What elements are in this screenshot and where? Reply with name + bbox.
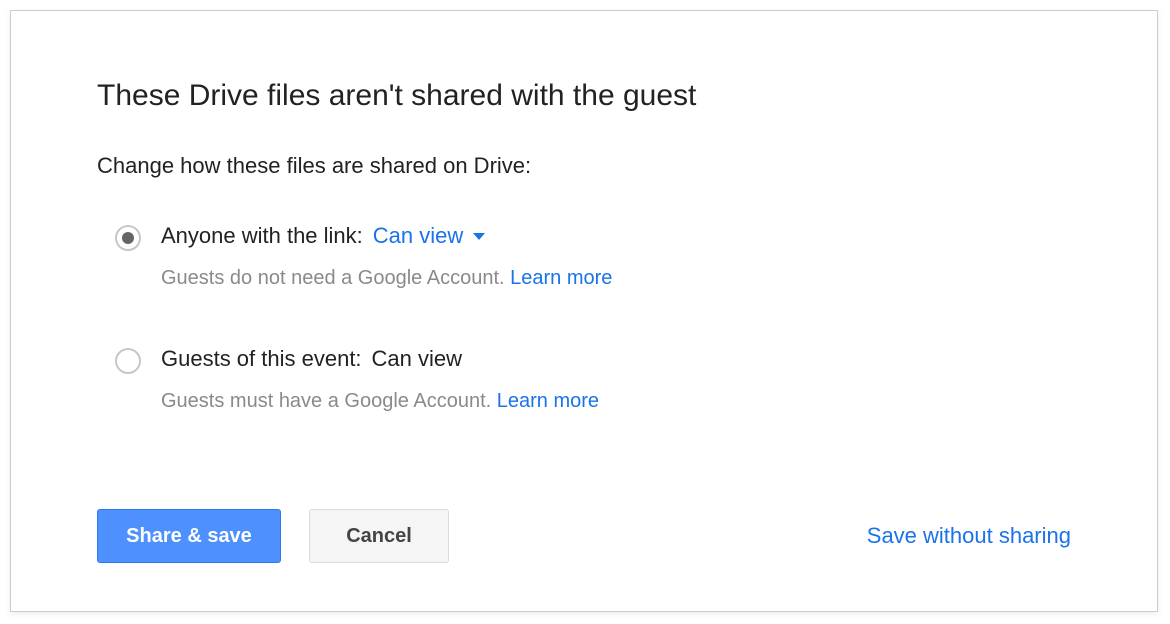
option-content: Anyone with the link: Can view Guests do… bbox=[161, 223, 1071, 290]
option-line: Anyone with the link: Can view bbox=[161, 223, 1071, 249]
permission-dropdown-anyone[interactable]: Can view bbox=[373, 223, 485, 249]
share-and-save-button[interactable]: Share & save bbox=[97, 509, 281, 563]
option-guests-help: Guests must have a Google Account. Learn… bbox=[161, 390, 1071, 413]
option-guests-of-event: Guests of this event: Can view Guests mu… bbox=[97, 346, 1071, 413]
help-text: Guests do not need a Google Account. bbox=[161, 267, 505, 289]
cancel-button[interactable]: Cancel bbox=[309, 509, 449, 563]
option-line: Guests of this event: Can view bbox=[161, 346, 1071, 372]
help-text: Guests must have a Google Account. bbox=[161, 390, 491, 412]
share-dialog: These Drive files aren't shared with the… bbox=[10, 10, 1158, 612]
radio-anyone-with-link[interactable] bbox=[115, 225, 141, 251]
dialog-title: These Drive files aren't shared with the… bbox=[97, 79, 1071, 113]
option-anyone-label: Anyone with the link: bbox=[161, 223, 363, 249]
option-anyone-help: Guests do not need a Google Account. Lea… bbox=[161, 267, 1071, 290]
learn-more-link-guests[interactable]: Learn more bbox=[497, 390, 599, 412]
permission-value: Can view bbox=[373, 223, 463, 249]
dialog-actions: Share & save Cancel Save without sharing bbox=[97, 509, 1071, 563]
dialog-subtitle: Change how these files are shared on Dri… bbox=[97, 153, 1071, 179]
caret-down-icon bbox=[473, 233, 485, 240]
option-guests-label: Guests of this event: bbox=[161, 346, 362, 372]
learn-more-link-anyone[interactable]: Learn more bbox=[510, 267, 612, 289]
radio-guests-of-event[interactable] bbox=[115, 348, 141, 374]
permission-value-guests: Can view bbox=[372, 346, 462, 372]
option-content: Guests of this event: Can view Guests mu… bbox=[161, 346, 1071, 413]
option-anyone-with-link: Anyone with the link: Can view Guests do… bbox=[97, 223, 1071, 290]
save-without-sharing-link[interactable]: Save without sharing bbox=[867, 523, 1071, 549]
